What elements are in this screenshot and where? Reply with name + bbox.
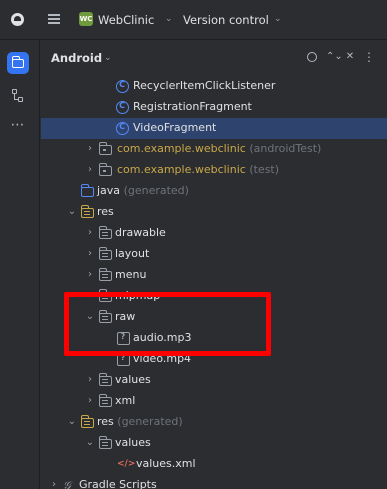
- folder-icon: [98, 268, 112, 281]
- folder-icon: [98, 436, 112, 449]
- chevron-right-icon[interactable]: ›: [85, 374, 95, 386]
- tree-row-video-fragment[interactable]: VideoFragment: [41, 118, 387, 139]
- chevron-down-icon[interactable]: ⌄: [85, 437, 95, 449]
- folder-icon: [98, 394, 112, 407]
- tree-label: res: [97, 205, 114, 218]
- unknown-file-icon: [117, 353, 130, 366]
- gradle-icon: 𝒢: [63, 479, 71, 489]
- unknown-file-icon: [117, 332, 130, 345]
- tree-row-menu[interactable]: › menu: [41, 265, 387, 286]
- folder-icon: [11, 56, 24, 68]
- tree-row-mipmap[interactable]: › mipmap: [41, 286, 387, 307]
- project-tool-button[interactable]: [7, 52, 29, 74]
- tree-label: values: [115, 373, 151, 386]
- chevron-right-icon[interactable]: ›: [85, 227, 95, 239]
- more-vertical-icon[interactable]: ⋮: [363, 51, 375, 63]
- tree-label: com.example.webclinic (test): [117, 163, 280, 176]
- project-name[interactable]: WebClinic: [98, 13, 154, 27]
- chevron-right-icon[interactable]: ›: [85, 164, 95, 176]
- chevron-right-icon[interactable]: ›: [85, 395, 95, 407]
- tree-row-video-file[interactable]: video.mp4: [41, 349, 387, 370]
- tree-row-audio-file[interactable]: audio.mp3: [41, 328, 387, 349]
- tree-row-values-generated[interactable]: ⌄ values: [41, 433, 387, 454]
- resource-folder-icon: [80, 205, 94, 218]
- android-studio-logo-icon[interactable]: [11, 13, 24, 26]
- chevron-right-icon[interactable]: ›: [85, 248, 95, 260]
- tree-row-values-xml[interactable]: </> values.xml: [41, 454, 387, 475]
- tree-label: Gradle Scripts: [79, 478, 157, 489]
- chevron-right-icon[interactable]: ›: [85, 269, 95, 281]
- tree-row-drawable[interactable]: › drawable: [41, 223, 387, 244]
- panel-title[interactable]: Android: [51, 51, 102, 65]
- chevron-down-icon[interactable]: ⌄: [67, 206, 77, 218]
- tree-row-java-generated[interactable]: java (generated): [41, 181, 387, 202]
- chevron-down-icon[interactable]: ⌄: [85, 311, 95, 323]
- tree-label: RegistrationFragment: [133, 100, 252, 113]
- structure-icon: [12, 89, 24, 103]
- tree-row-xml[interactable]: › xml: [41, 391, 387, 412]
- folder-icon: [98, 226, 112, 239]
- chevron-right-icon[interactable]: ›: [85, 290, 95, 302]
- folder-icon: [98, 373, 112, 386]
- tree-label: audio.mp3: [133, 331, 192, 344]
- tree-label: mipmap: [115, 289, 161, 302]
- chevron-right-icon[interactable]: ›: [85, 143, 95, 155]
- version-control-menu[interactable]: Version control: [183, 13, 269, 27]
- folder-icon: [98, 289, 112, 302]
- class-icon: [116, 101, 129, 114]
- hamburger-menu-icon[interactable]: [48, 14, 60, 24]
- tree-row-values[interactable]: › values: [41, 370, 387, 391]
- tree-row-raw[interactable]: ⌄ raw: [41, 307, 387, 328]
- project-panel: Android ⌄ ⌃⌄ ✕ ⋮ RecyclerItemClickListen…: [41, 40, 387, 489]
- tree-row-registration-fragment[interactable]: RegistrationFragment: [41, 97, 387, 118]
- xml-file-icon: </>: [117, 459, 136, 469]
- more-horizontal-icon[interactable]: ⋯: [7, 118, 29, 140]
- folder-icon: [98, 247, 112, 260]
- tree-label: res (generated): [97, 415, 183, 428]
- folder-icon: [98, 310, 112, 323]
- structure-tool-button[interactable]: [7, 85, 29, 107]
- tree-label: layout: [115, 247, 150, 260]
- package-icon: [98, 163, 112, 176]
- tree-label: drawable: [115, 226, 166, 239]
- chevron-down-icon[interactable]: ⌄: [104, 53, 112, 63]
- chevron-down-icon[interactable]: ⌄: [67, 416, 77, 428]
- project-badge[interactable]: WC: [79, 12, 93, 26]
- resource-folder-icon: [80, 415, 94, 428]
- package-icon: [98, 142, 112, 155]
- class-icon: [116, 122, 129, 135]
- tool-window-strip: ⋯: [0, 40, 40, 489]
- target-icon[interactable]: [306, 51, 318, 63]
- tree-label: raw: [115, 310, 136, 323]
- tree-row-res-generated[interactable]: ⌄ res (generated): [41, 412, 387, 433]
- tree-row-recycler-listener[interactable]: RecyclerItemClickListener: [41, 76, 387, 97]
- expand-icon[interactable]: ⌃⌄: [326, 51, 343, 63]
- title-bar: WC WebClinic ⌄ Version control ⌄: [0, 0, 387, 40]
- tree-label: VideoFragment: [133, 121, 217, 134]
- tree-row-package-android-test[interactable]: › com.example.webclinic (androidTest): [41, 139, 387, 160]
- collapse-icon[interactable]: ✕: [344, 51, 356, 63]
- panel-header: Android ⌄ ⌃⌄ ✕ ⋮: [41, 40, 387, 76]
- chevron-right-icon[interactable]: ›: [49, 479, 59, 489]
- tree-row-gradle-scripts[interactable]: › 𝒢 Gradle Scripts: [41, 475, 387, 489]
- tree-label: video.mp4: [133, 352, 192, 365]
- class-icon: [116, 80, 129, 93]
- source-folder-icon: [80, 184, 94, 197]
- tree-label: menu: [115, 268, 147, 281]
- tree-label: values.xml: [136, 457, 196, 470]
- tree-label: xml: [115, 394, 136, 407]
- chevron-down-icon[interactable]: ⌄: [165, 14, 173, 24]
- tree-row-res[interactable]: ⌄ res: [41, 202, 387, 223]
- chevron-down-icon[interactable]: ⌄: [274, 14, 282, 24]
- tree-label: RecyclerItemClickListener: [133, 79, 276, 92]
- tree-label: java (generated): [97, 184, 189, 197]
- tree-row-package-test[interactable]: › com.example.webclinic (test): [41, 160, 387, 181]
- tree-label: values: [115, 436, 151, 449]
- tree-row-layout[interactable]: › layout: [41, 244, 387, 265]
- tree-label: com.example.webclinic (androidTest): [117, 142, 322, 155]
